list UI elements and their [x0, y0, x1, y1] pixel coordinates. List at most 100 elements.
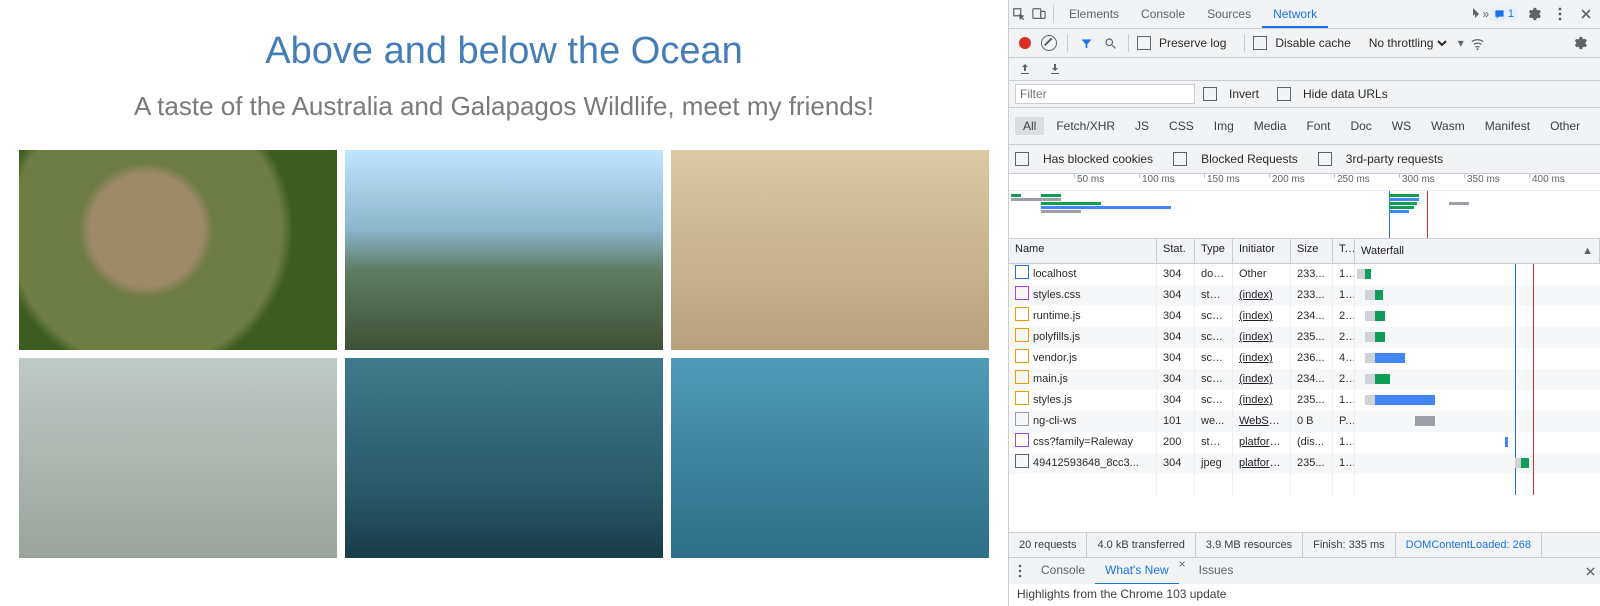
- request-initiator[interactable]: (index): [1233, 285, 1291, 306]
- request-status: 304: [1157, 369, 1195, 390]
- blocked-cookies-checkbox[interactable]: [1015, 152, 1029, 166]
- network-conditions-icon[interactable]: [1468, 33, 1488, 53]
- blocked-requests-checkbox[interactable]: [1173, 152, 1187, 166]
- request-row[interactable]: localhost304doc...Other233...1...: [1009, 264, 1600, 285]
- drawer-tab-console[interactable]: Console: [1031, 557, 1095, 585]
- col-initiator[interactable]: Initiator: [1233, 239, 1291, 263]
- file-type-icon: [1015, 349, 1029, 363]
- filter-chip-media[interactable]: Media: [1246, 117, 1295, 135]
- drawer-tab-issues[interactable]: Issues: [1189, 557, 1244, 585]
- filter-chip-manifest[interactable]: Manifest: [1477, 117, 1538, 135]
- request-status: 304: [1157, 327, 1195, 348]
- request-initiator[interactable]: (index): [1233, 369, 1291, 390]
- request-initiator[interactable]: WebSoc...: [1233, 411, 1291, 432]
- col-name[interactable]: Name: [1009, 239, 1157, 263]
- request-name: 49412593648_8cc3...: [1033, 457, 1139, 469]
- request-size: 233...: [1291, 264, 1333, 285]
- request-time: 1...: [1333, 285, 1355, 306]
- request-initiator[interactable]: (index): [1233, 306, 1291, 327]
- invert-checkbox[interactable]: [1203, 87, 1217, 101]
- request-row[interactable]: polyfills.js304scri...(index)235...2...: [1009, 327, 1600, 348]
- timeline-overview[interactable]: 50 ms100 ms150 ms200 ms250 ms300 ms350 m…: [1009, 174, 1600, 239]
- import-har-icon[interactable]: [1045, 59, 1065, 79]
- request-row[interactable]: ng-cli-ws101we...WebSoc...0 BP...: [1009, 411, 1600, 432]
- issues-badge[interactable]: 1: [1490, 7, 1518, 21]
- preserve-log-checkbox[interactable]: [1137, 36, 1151, 50]
- request-size: 234...: [1291, 369, 1333, 390]
- tab-console[interactable]: Console: [1130, 0, 1196, 28]
- gallery-image[interactable]: [19, 358, 337, 558]
- request-status: 304: [1157, 453, 1195, 474]
- throttling-select[interactable]: No throttling: [1365, 35, 1450, 51]
- col-status[interactable]: Stat.: [1157, 239, 1195, 263]
- record-button[interactable]: [1015, 33, 1035, 53]
- gallery-image[interactable]: [671, 358, 989, 558]
- device-toolbar-icon[interactable]: [1029, 4, 1049, 24]
- filter-toggle-icon[interactable]: [1076, 33, 1096, 53]
- disable-cache-checkbox[interactable]: [1253, 36, 1267, 50]
- request-time: P...: [1333, 411, 1355, 432]
- hide-data-urls-checkbox[interactable]: [1277, 87, 1291, 101]
- tab-elements[interactable]: Elements: [1058, 0, 1130, 28]
- col-time[interactable]: T...: [1333, 239, 1355, 263]
- drawer-close-icon[interactable]: [1580, 561, 1600, 581]
- request-name: ng-cli-ws: [1033, 415, 1076, 427]
- filter-chip-font[interactable]: Font: [1298, 117, 1338, 135]
- gallery-image[interactable]: [345, 150, 663, 350]
- third-party-checkbox[interactable]: [1318, 152, 1332, 166]
- kebab-menu-icon[interactable]: [1550, 4, 1570, 24]
- file-type-icon: [1015, 307, 1029, 321]
- dropdown-arrow-icon: ▾: [1458, 36, 1464, 50]
- close-devtools-icon[interactable]: [1576, 4, 1596, 24]
- request-type: jpeg: [1195, 453, 1233, 474]
- export-har-icon[interactable]: [1015, 59, 1035, 79]
- gallery-image[interactable]: [19, 150, 337, 350]
- tab-sources[interactable]: Sources: [1196, 0, 1262, 28]
- waterfall-cell: [1355, 411, 1600, 432]
- request-name: runtime.js: [1033, 310, 1081, 322]
- request-row[interactable]: main.js304scri...(index)234...2...: [1009, 369, 1600, 390]
- col-size[interactable]: Size: [1291, 239, 1333, 263]
- col-type[interactable]: Type: [1195, 239, 1233, 263]
- timeline-tick: 350 ms: [1464, 174, 1500, 178]
- request-initiator[interactable]: platform...: [1233, 432, 1291, 453]
- request-row[interactable]: 49412593648_8cc3...304jpegplatform...235…: [1009, 453, 1600, 474]
- request-initiator[interactable]: (index): [1233, 390, 1291, 411]
- request-initiator[interactable]: platform...: [1233, 453, 1291, 474]
- network-settings-icon[interactable]: [1570, 33, 1590, 53]
- drawer-tab-whatsnew[interactable]: What's New: [1095, 557, 1179, 585]
- request-initiator[interactable]: (index): [1233, 348, 1291, 369]
- request-row[interactable]: css?family=Raleway200styl...platform...(…: [1009, 432, 1600, 453]
- filter-chip-img[interactable]: Img: [1206, 117, 1242, 135]
- filter-chip-css[interactable]: CSS: [1161, 117, 1202, 135]
- filter-chip-other[interactable]: Other: [1542, 117, 1588, 135]
- drawer-menu-icon[interactable]: [1009, 561, 1031, 581]
- filter-input[interactable]: [1015, 84, 1195, 104]
- request-row[interactable]: vendor.js304scri...(index)236...4...: [1009, 348, 1600, 369]
- request-row[interactable]: styles.js304scri...(index)235...1...: [1009, 390, 1600, 411]
- filter-chip-wasm[interactable]: Wasm: [1423, 117, 1473, 135]
- tab-network[interactable]: Network: [1262, 0, 1328, 28]
- file-type-icon: [1015, 454, 1029, 468]
- settings-icon[interactable]: [1524, 4, 1544, 24]
- gallery-image[interactable]: [671, 150, 989, 350]
- request-name: styles.css: [1033, 289, 1081, 301]
- inspect-element-icon[interactable]: [1009, 4, 1029, 24]
- filter-chip-js[interactable]: JS: [1127, 117, 1157, 135]
- request-row[interactable]: runtime.js304scri...(index)234...2...: [1009, 306, 1600, 327]
- filter-chip-fetchxhr[interactable]: Fetch/XHR: [1048, 117, 1123, 135]
- search-icon[interactable]: [1100, 33, 1120, 53]
- clear-button[interactable]: [1039, 33, 1059, 53]
- more-tabs-icon[interactable]: »: [1470, 4, 1490, 24]
- filter-chip-ws[interactable]: WS: [1384, 117, 1419, 135]
- separator: [1128, 34, 1129, 52]
- request-row[interactable]: styles.css304styl...(index)233...1...: [1009, 285, 1600, 306]
- gallery-image[interactable]: [345, 358, 663, 558]
- request-initiator[interactable]: (index): [1233, 327, 1291, 348]
- col-waterfall[interactable]: Waterfall ▲: [1355, 239, 1600, 263]
- request-table-body: localhost304doc...Other233...1...styles.…: [1009, 264, 1600, 532]
- request-size: 234...: [1291, 306, 1333, 327]
- filter-chip-doc[interactable]: Doc: [1342, 117, 1379, 135]
- filter-chip-all[interactable]: All: [1015, 117, 1044, 135]
- drawer-tab-close-icon[interactable]: ×: [1179, 557, 1189, 585]
